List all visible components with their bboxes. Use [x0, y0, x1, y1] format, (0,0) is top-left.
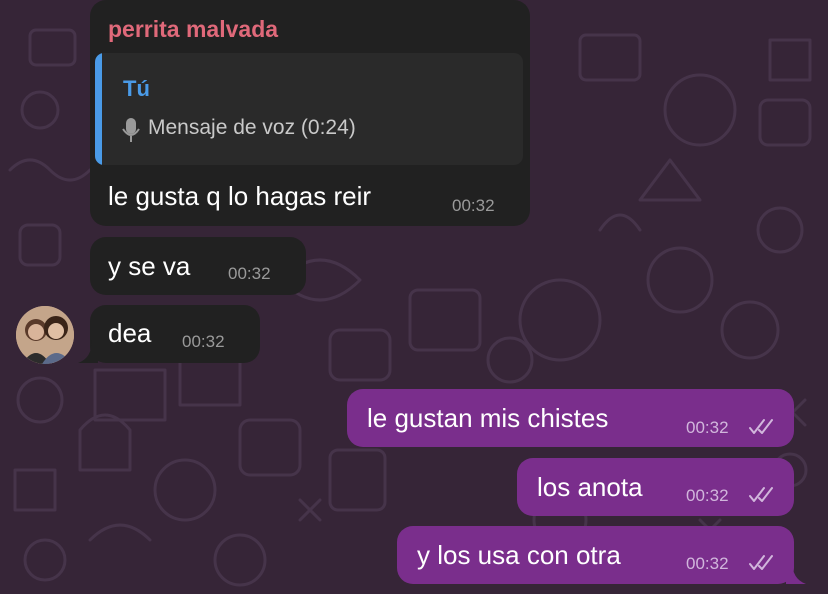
bubble-tail — [786, 561, 806, 584]
message-time: 00:32 — [452, 196, 495, 215]
double-check-icon — [749, 555, 773, 570]
double-check-icon — [749, 487, 773, 502]
message-time: 00:32 — [686, 486, 729, 505]
message-time: 00:32 — [686, 418, 729, 437]
message-text: y se va — [108, 251, 191, 281]
message-text: y los usa con otra — [417, 540, 621, 570]
message-text: le gusta q lo hagas reir — [108, 181, 372, 211]
reply-author: Tú — [123, 76, 150, 101]
message-time: 00:32 — [182, 332, 225, 351]
message-time: 00:32 — [228, 264, 271, 283]
sender-avatar[interactable] — [16, 306, 74, 364]
message-time: 00:32 — [686, 554, 729, 573]
reply-quote[interactable]: Tú Mensaje de voz (0:24) — [95, 53, 523, 165]
sender-name[interactable]: perrita malvada — [108, 16, 278, 43]
microphone-icon — [122, 118, 140, 142]
message-text: los anota — [537, 472, 643, 502]
reply-accent-bar — [95, 53, 102, 165]
double-check-icon — [749, 419, 773, 434]
reply-preview: Mensaje de voz (0:24) — [148, 116, 356, 139]
bubble-tail — [78, 340, 98, 363]
message-text: le gustan mis chistes — [367, 403, 609, 433]
avatar-photo — [16, 306, 74, 364]
message-text: dea — [108, 318, 152, 348]
